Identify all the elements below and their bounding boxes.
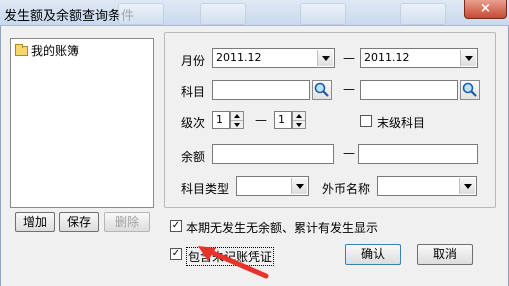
include-unposted-checkbox[interactable]: ✓ bbox=[170, 248, 182, 260]
cancel-button[interactable]: 取消 bbox=[417, 244, 473, 265]
balance-to-input[interactable] bbox=[358, 144, 478, 164]
subject-to-search-button[interactable] bbox=[460, 80, 480, 100]
tree-item-my-books[interactable]: 我的账簿 bbox=[15, 42, 79, 59]
show-no-activity-label: 本期无发生无余额、累计有发生显示 bbox=[186, 221, 379, 235]
chevron-down-icon[interactable] bbox=[460, 50, 476, 66]
folder-icon bbox=[15, 43, 28, 56]
show-no-activity-checkbox[interactable]: ✓ bbox=[170, 220, 182, 232]
month-label: 月份 bbox=[181, 54, 206, 68]
currency-select[interactable] bbox=[377, 176, 477, 196]
subject-from-input[interactable] bbox=[212, 80, 310, 100]
balance-label: 余额 bbox=[181, 150, 206, 164]
search-icon bbox=[462, 82, 477, 97]
month-to-value: 2011.12 bbox=[364, 51, 410, 64]
subject-type-select[interactable] bbox=[236, 176, 309, 196]
balance-from-input[interactable] bbox=[212, 144, 334, 164]
background-toolbar-item bbox=[300, 3, 346, 25]
chevron-down-icon[interactable] bbox=[291, 178, 307, 194]
delete-button[interactable]: 删除 bbox=[104, 212, 150, 232]
close-icon: × bbox=[480, 1, 491, 16]
background-toolbar-item bbox=[200, 3, 246, 25]
annotation-arrow-icon bbox=[198, 246, 269, 279]
level-to-spinner[interactable] bbox=[292, 111, 306, 129]
close-button[interactable]: × bbox=[464, 0, 507, 19]
level-from-spinner[interactable] bbox=[230, 111, 244, 129]
month-from-value: 2011.12 bbox=[216, 51, 262, 64]
subject-from-search-button[interactable] bbox=[312, 80, 332, 100]
subject-type-label: 科目类型 bbox=[181, 182, 230, 196]
background-toolbar-item bbox=[118, 3, 164, 25]
background-toolbar-item bbox=[400, 3, 446, 25]
range-dash: — bbox=[343, 51, 355, 65]
account-book-tree[interactable]: 我的账簿 bbox=[10, 38, 154, 208]
save-button[interactable]: 保存 bbox=[59, 212, 99, 232]
leaf-subject-label: 末级科目 bbox=[377, 116, 426, 130]
window-title: 发生额及余额查询条件 bbox=[4, 9, 135, 24]
title-bar: 发生额及余额查询条件 × bbox=[0, 0, 509, 26]
currency-label: 外币名称 bbox=[322, 182, 371, 196]
add-button[interactable]: 增加 bbox=[15, 212, 55, 232]
range-dash: — bbox=[343, 146, 355, 160]
subject-to-input[interactable] bbox=[360, 80, 458, 100]
ok-button[interactable]: 确认 bbox=[345, 244, 401, 265]
spin-up-icon[interactable] bbox=[231, 112, 243, 121]
level-to-input[interactable]: 1 bbox=[274, 111, 292, 129]
spin-up-icon[interactable] bbox=[293, 112, 305, 121]
tree-item-label: 我的账簿 bbox=[31, 44, 80, 58]
range-dash: — bbox=[343, 82, 355, 96]
month-to-select[interactable]: 2011.12 bbox=[360, 48, 478, 68]
level-from-input[interactable]: 1 bbox=[212, 111, 230, 129]
chevron-down-icon[interactable] bbox=[317, 50, 333, 66]
range-dash: — bbox=[255, 113, 267, 127]
subject-label: 科目 bbox=[181, 85, 206, 99]
month-from-select[interactable]: 2011.12 bbox=[212, 48, 335, 68]
chevron-down-icon[interactable] bbox=[459, 178, 475, 194]
search-icon bbox=[314, 82, 329, 97]
level-label: 级次 bbox=[181, 116, 206, 130]
leaf-subject-checkbox[interactable] bbox=[360, 115, 372, 127]
